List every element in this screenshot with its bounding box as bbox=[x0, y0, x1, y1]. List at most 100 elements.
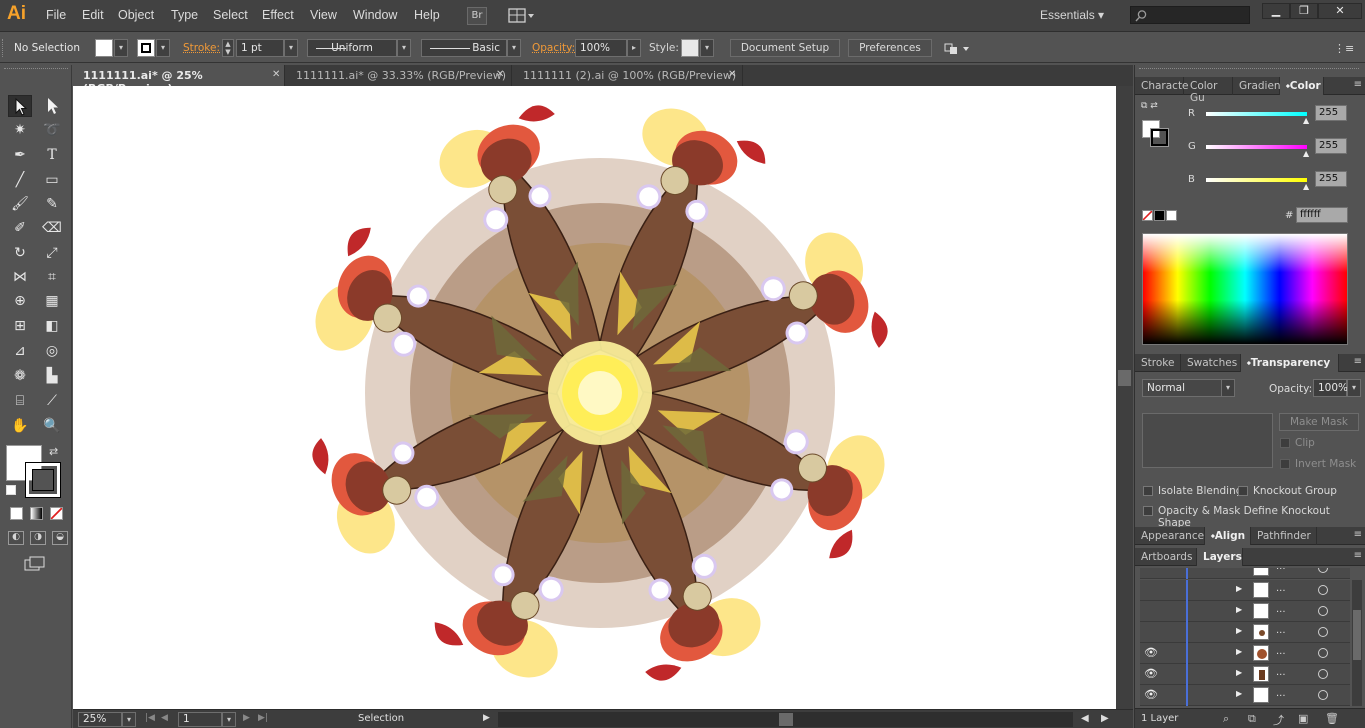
layer-row[interactable]: 👁 ▶ ... bbox=[1140, 685, 1350, 706]
slice-tool-icon[interactable]: ⟋ bbox=[40, 390, 64, 412]
width-tool-icon[interactable]: ⋈ bbox=[8, 266, 32, 288]
close-button[interactable]: ✕ bbox=[1318, 3, 1362, 19]
tab-gradient[interactable]: Gradient bbox=[1233, 77, 1280, 95]
target-icon[interactable] bbox=[1318, 669, 1328, 679]
search-input[interactable] bbox=[1130, 6, 1250, 24]
variable-width-profile[interactable]: Uniform bbox=[307, 39, 397, 57]
blend-mode-dropdown[interactable]: ▾ bbox=[1221, 379, 1235, 397]
layer-row[interactable]: ... bbox=[1140, 568, 1350, 579]
tab-appearance[interactable]: Appearance bbox=[1135, 527, 1205, 545]
color-mode-icon[interactable] bbox=[10, 507, 23, 520]
brush-dropdown[interactable]: ▾ bbox=[507, 39, 521, 57]
none-swatch[interactable] bbox=[1142, 210, 1153, 221]
scroll-right-icon[interactable]: ▶ bbox=[1101, 713, 1109, 724]
draw-normal-icon[interactable]: ◐ bbox=[8, 531, 24, 545]
expand-arrow-icon[interactable]: ▶ bbox=[1236, 584, 1242, 593]
target-icon[interactable] bbox=[1318, 585, 1328, 595]
perspective-grid-tool-icon[interactable]: ▦ bbox=[40, 290, 64, 312]
layer-name[interactable]: ... bbox=[1276, 646, 1286, 657]
hand-tool-icon[interactable]: ✋ bbox=[8, 415, 32, 437]
eyedropper-tool-icon[interactable]: ⊿ bbox=[8, 340, 32, 362]
stroke-dropdown[interactable]: ▾ bbox=[156, 39, 170, 57]
brush-definition[interactable]: Basic bbox=[421, 39, 507, 57]
scrollbar-thumb[interactable] bbox=[1118, 370, 1131, 386]
eye-icon[interactable]: 👁 bbox=[1144, 646, 1158, 660]
menu-help[interactable]: Help bbox=[414, 8, 440, 22]
scrollbar-thumb[interactable] bbox=[779, 713, 793, 726]
tab-transparency[interactable]: ⬩Transparency bbox=[1241, 354, 1339, 372]
draw-behind-icon[interactable]: ◑ bbox=[30, 531, 46, 545]
layer-name[interactable]: ... bbox=[1276, 604, 1286, 615]
color-spectrum[interactable] bbox=[1142, 233, 1348, 345]
free-transform-tool-icon[interactable]: ⌗ bbox=[40, 266, 64, 288]
style-dropdown[interactable]: ▾ bbox=[700, 39, 714, 57]
mesh-tool-icon[interactable]: ⊞ bbox=[8, 315, 32, 337]
red-slider-thumb[interactable]: ▲ bbox=[1303, 116, 1309, 125]
workspace-switcher[interactable]: Essentials ▾ bbox=[1040, 8, 1104, 22]
layer-row[interactable]: ▶ ... bbox=[1140, 601, 1350, 622]
make-mask-button[interactable]: Make Mask bbox=[1279, 413, 1359, 431]
menu-effect[interactable]: Effect bbox=[262, 8, 294, 22]
visibility-icon[interactable] bbox=[1144, 568, 1158, 575]
transparency-opacity-field[interactable]: 100% bbox=[1313, 379, 1347, 397]
draw-inside-icon[interactable]: ◒ bbox=[52, 531, 68, 545]
lasso-tool-icon[interactable]: ➰ bbox=[40, 119, 64, 141]
layer-row[interactable]: 👁 ▶ ... bbox=[1140, 643, 1350, 664]
expand-arrow-icon[interactable]: ▶ bbox=[1236, 626, 1242, 635]
stroke-stepper[interactable]: ▲ ▼ bbox=[222, 39, 234, 57]
panel-menu-icon[interactable]: ≡ bbox=[1354, 356, 1362, 367]
status-menu-icon[interactable]: ▶ bbox=[483, 713, 490, 723]
menu-type[interactable]: Type bbox=[171, 8, 198, 22]
rectangle-tool-icon[interactable]: ▭ bbox=[40, 169, 64, 191]
tab-character[interactable]: Characte bbox=[1135, 77, 1184, 95]
layer-row[interactable]: ▶ ... bbox=[1140, 580, 1350, 601]
red-value-field[interactable]: 255 bbox=[1315, 105, 1347, 121]
symbol-sprayer-tool-icon[interactable]: ❁ bbox=[8, 365, 32, 387]
stroke-label[interactable]: Stroke: bbox=[183, 42, 220, 54]
expand-arrow-icon[interactable]: ▶ bbox=[1236, 647, 1242, 656]
scale-tool-icon[interactable]: ⤢ bbox=[40, 242, 64, 264]
isolate-blending-checkbox[interactable] bbox=[1143, 486, 1153, 496]
panel-menu-icon[interactable]: ≡ bbox=[1354, 550, 1362, 561]
expand-arrow-icon[interactable]: ▶ bbox=[1236, 689, 1242, 698]
fill-swatch[interactable] bbox=[95, 39, 113, 57]
tab-color-guide[interactable]: Color Gu bbox=[1184, 77, 1233, 95]
close-icon[interactable]: ✕ bbox=[496, 69, 504, 80]
arrange-documents-icon[interactable] bbox=[508, 7, 536, 25]
artboard-canvas[interactable] bbox=[73, 86, 1116, 709]
blob-brush-tool-icon[interactable]: ✐ bbox=[8, 217, 32, 239]
line-tool-icon[interactable]: ╱ bbox=[8, 169, 32, 191]
restore-button[interactable]: ❐ bbox=[1290, 3, 1318, 19]
blue-value-field[interactable]: 255 bbox=[1315, 171, 1347, 187]
tab-document-1[interactable]: 1111111.ai* @ 25% (RGB/Preview)✕ bbox=[73, 65, 285, 86]
layer-name[interactable]: ... bbox=[1276, 625, 1286, 636]
default-colors-icon[interactable] bbox=[6, 485, 16, 495]
zoom-field[interactable]: 25% bbox=[78, 712, 122, 727]
artboard-dropdown[interactable]: ▾ bbox=[222, 712, 236, 727]
tab-align[interactable]: ⬩Align bbox=[1205, 527, 1251, 545]
blue-slider[interactable] bbox=[1206, 178, 1307, 182]
preferences-button[interactable]: Preferences bbox=[848, 39, 932, 57]
swap-fill-stroke-icon[interactable]: ⇄ bbox=[49, 445, 58, 458]
blend-mode-field[interactable]: Normal bbox=[1142, 379, 1222, 397]
target-icon[interactable] bbox=[1318, 606, 1328, 616]
close-icon[interactable]: ✕ bbox=[272, 69, 280, 80]
tab-document-2[interactable]: 1111111.ai* @ 33.33% (RGB/Preview) ✕ bbox=[286, 65, 512, 86]
target-icon[interactable] bbox=[1318, 648, 1328, 658]
opacity-mask-knockout-checkbox[interactable] bbox=[1143, 506, 1153, 516]
bridge-button[interactable]: Br bbox=[467, 7, 487, 25]
default-colors-icon[interactable]: ⧉ ⇄ bbox=[1141, 101, 1158, 111]
eraser-tool-icon[interactable]: ⌫ bbox=[40, 217, 64, 239]
visibility-icon[interactable] bbox=[1144, 604, 1158, 618]
panel-menu-icon[interactable]: ≡ bbox=[1354, 79, 1362, 90]
knockout-group-checkbox[interactable] bbox=[1238, 486, 1248, 496]
eye-icon[interactable]: 👁 bbox=[1144, 667, 1158, 681]
pencil-tool-icon[interactable]: ✎ bbox=[40, 193, 64, 215]
green-value-field[interactable]: 255 bbox=[1315, 138, 1347, 154]
stroke-weight-field[interactable]: 1 pt bbox=[236, 39, 284, 57]
fill-dropdown[interactable]: ▾ bbox=[114, 39, 128, 57]
arrange-icon[interactable] bbox=[943, 41, 971, 57]
panel-menu-icon[interactable]: ≡ bbox=[1354, 529, 1362, 540]
vertical-scrollbar[interactable] bbox=[1116, 86, 1133, 709]
white-swatch[interactable] bbox=[1166, 210, 1177, 221]
